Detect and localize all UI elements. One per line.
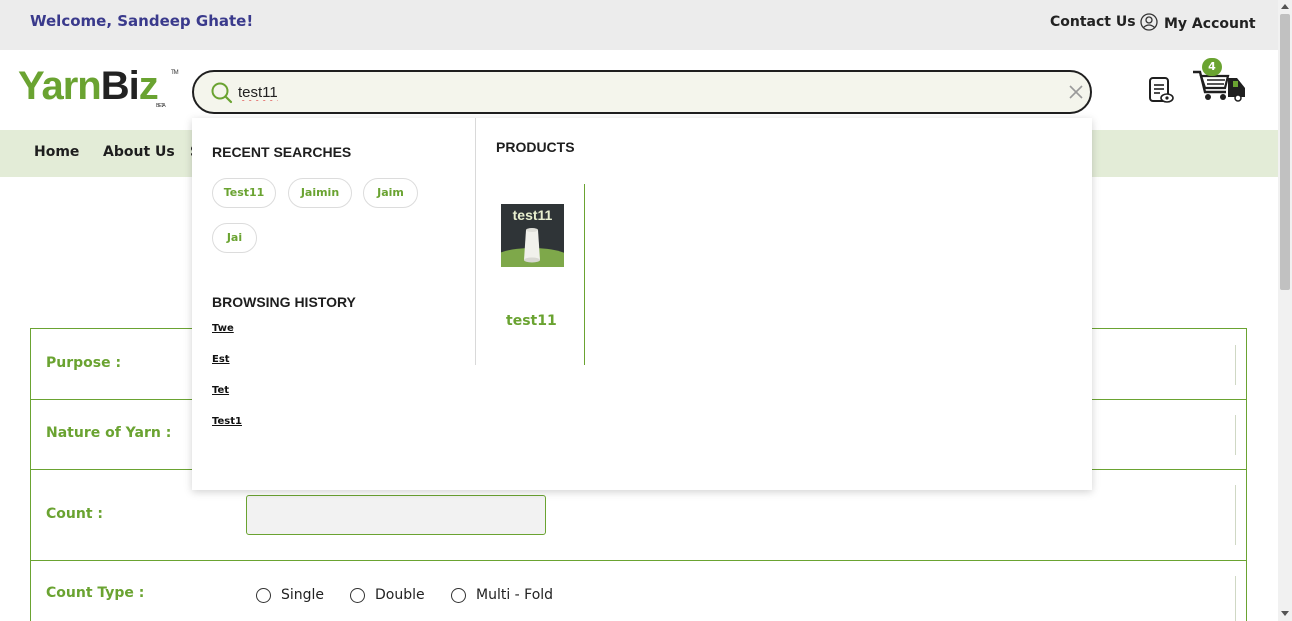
- count-type-double-radio[interactable]: Double: [350, 587, 425, 603]
- count-input[interactable]: [246, 495, 546, 535]
- radio-label: Double: [375, 587, 425, 603]
- products-heading: PRODUCTS: [496, 139, 575, 155]
- recent-searches-heading: RECENT SEARCHES: [212, 144, 352, 160]
- purpose-label: Purpose :: [46, 355, 122, 371]
- nav-about-us[interactable]: About Us: [103, 144, 175, 160]
- my-account-link[interactable]: My Account: [1140, 13, 1256, 35]
- my-account-label: My Account: [1164, 16, 1256, 32]
- history-link[interactable]: Est: [212, 354, 230, 365]
- nature-of-yarn-label: Nature of Yarn :: [46, 425, 172, 441]
- count-label: Count :: [46, 506, 103, 522]
- row-divider: [1235, 415, 1236, 455]
- clear-search-icon[interactable]: [1068, 84, 1084, 104]
- row-divider: [1235, 485, 1236, 545]
- search-input[interactable]: [238, 81, 1018, 103]
- count-type-multi-fold-radio[interactable]: Multi - Fold: [451, 587, 553, 603]
- yarnbiz-logo[interactable]: YarnBiz TM BETA: [18, 64, 179, 109]
- radio-button[interactable]: [256, 587, 271, 603]
- radio-label: Multi - Fold: [476, 587, 554, 603]
- recent-search-chip[interactable]: Jai: [212, 223, 257, 253]
- radio-label: Single: [281, 587, 325, 603]
- product-name-link[interactable]: test11: [506, 313, 557, 329]
- history-link[interactable]: Twe: [212, 323, 234, 334]
- cart-count-badge: 4: [1202, 58, 1222, 76]
- contact-us-link[interactable]: Contact Us: [1050, 14, 1136, 30]
- logo-trademark: TM: [171, 70, 179, 76]
- count-type-row: Count Type :: [31, 561, 1246, 621]
- count-type-label: Count Type :: [46, 585, 145, 601]
- product-thumbnail[interactable]: test11: [501, 204, 564, 267]
- count-type-single-radio[interactable]: Single: [256, 587, 324, 603]
- recent-search-chip[interactable]: Jaim: [363, 178, 418, 208]
- nav-home[interactable]: Home: [34, 144, 79, 160]
- scroll-down-arrow-icon[interactable]: [1281, 611, 1289, 616]
- quotation-view-icon[interactable]: [1148, 76, 1176, 110]
- search-icon[interactable]: [210, 81, 234, 109]
- user-icon: [1140, 13, 1158, 35]
- radio-button[interactable]: [451, 587, 466, 603]
- history-link[interactable]: Tet: [212, 385, 229, 396]
- radio-button[interactable]: [350, 587, 365, 603]
- page-scrollbar[interactable]: [1278, 0, 1292, 621]
- dropdown-divider: [475, 118, 476, 365]
- recent-search-chip[interactable]: Test11: [212, 178, 276, 208]
- recent-search-chip[interactable]: Jaimin: [288, 178, 352, 208]
- product-thumb-label: test11: [512, 207, 553, 223]
- logo-beta: BETA: [156, 103, 166, 109]
- welcome-message: Welcome, Sandeep Ghate!: [30, 12, 254, 30]
- product-divider: [584, 184, 585, 365]
- search-suggestions-dropdown: RECENT SEARCHES Test11 Jaimin Jaim Jai B…: [192, 118, 1092, 490]
- row-divider: [1235, 576, 1236, 621]
- browsing-history-heading: BROWSING HISTORY: [212, 294, 356, 310]
- search-bar[interactable]: [192, 70, 1092, 114]
- row-divider: [1235, 345, 1236, 385]
- history-link[interactable]: Test1: [212, 416, 242, 427]
- scroll-up-arrow-icon[interactable]: [1281, 4, 1289, 9]
- scrollbar-thumb[interactable]: [1280, 14, 1290, 290]
